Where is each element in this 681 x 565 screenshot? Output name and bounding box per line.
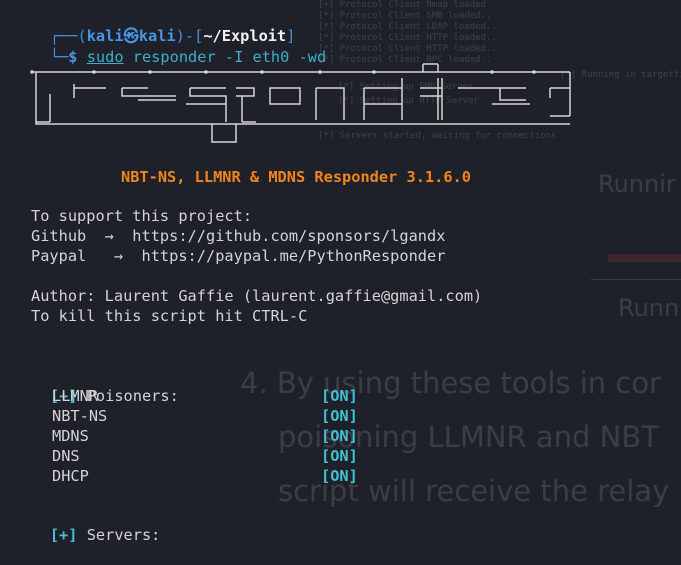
support-heading: To support this project: [31,207,253,225]
support-paypal-line: Paypal → https://paypal.me/PythonRespond… [31,247,446,265]
banner-title: NBT-NS, LLMNR & MDNS Responder 3.1.6.0 [121,168,471,186]
poisoner-name: LLMNR [52,387,99,405]
servers-heading: [+] Servers: [13,505,161,565]
section-marker: [+] [49,526,78,544]
support-github-line: Github → https://github.com/sponsors/lga… [31,227,446,245]
status-badge: [ON] [321,467,358,485]
poisoner-name: NBT-NS [52,407,108,425]
section-heading: Poisoners: [86,387,179,405]
responder-ascii-banner [30,63,571,143]
terminal-output[interactable]: ┌──(kali㉿kali)-[~/Exploit] └─$ sudo resp… [0,0,681,544]
poisoner-name: DNS [52,447,80,465]
status-badge: [ON] [321,447,358,465]
status-badge: [ON] [321,407,358,425]
status-badge: [ON] [321,387,358,405]
poisoner-name: MDNS [52,427,89,445]
poisoner-name: DHCP [52,467,89,485]
author-line: Author: Laurent Gaffie (laurent.gaffie@g… [31,287,483,305]
kill-hint-line: To kill this script hit CTRL-C [31,307,308,325]
section-heading: Servers: [86,526,161,544]
status-badge: [ON] [321,427,358,445]
